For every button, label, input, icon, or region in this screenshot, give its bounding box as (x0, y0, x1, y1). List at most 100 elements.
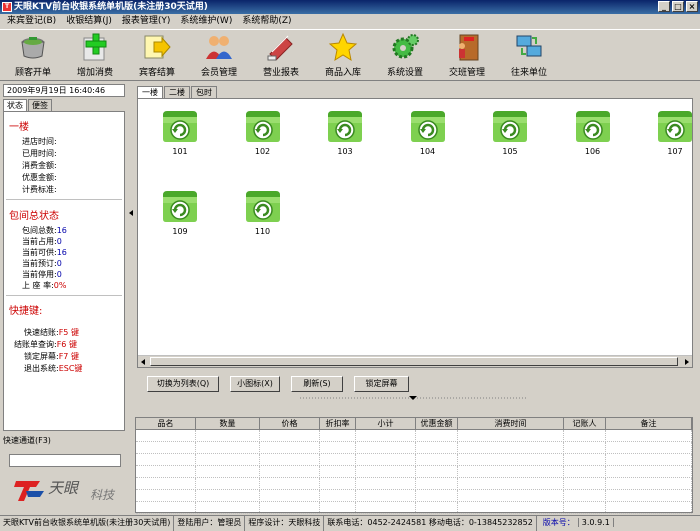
summary-row: 当前占用:0 (22, 237, 62, 246)
col-discount-amount[interactable]: 优惠金额 (416, 418, 458, 429)
goods-stock-in-button[interactable]: 商品入库 (312, 30, 374, 80)
logo-sub: 科技 (90, 488, 116, 502)
table-row[interactable] (136, 490, 692, 502)
room-number: 106 (584, 147, 601, 156)
col-remarks[interactable]: 备注 (606, 418, 692, 429)
col-item-name[interactable]: 品名 (136, 418, 196, 429)
open-bill-button[interactable]: 顾客开单 (2, 30, 64, 80)
field-checkin-time: 进店时间: (22, 137, 57, 146)
room-tile[interactable]: 101 (160, 105, 210, 161)
summary-row: 当前预订:0 (22, 259, 62, 268)
col-recorder[interactable]: 记账人 (564, 418, 606, 429)
status-contact: 联系电话：0452-2424581 移动电话：0-13845232852 (324, 516, 537, 531)
app-icon: T (2, 2, 12, 12)
table-header: 品名 数量 价格 折扣率 小计 优惠金额 消费时间 记账人 备注 (136, 418, 692, 430)
goods-stock-in-label: 商品入库 (324, 68, 361, 78)
tab-hourly[interactable]: 包时 (191, 86, 217, 98)
room-number: 102 (254, 147, 271, 156)
table-body (136, 430, 692, 514)
menu-item-checkout[interactable]: 收银结算(J) (61, 14, 117, 29)
room-number: 107 (667, 147, 683, 156)
menu-item-help[interactable]: 系统帮助(Z) (237, 14, 296, 29)
maximize-button[interactable]: □ (672, 1, 684, 12)
menu-item-system-maintenance[interactable]: 系统维护(W) (175, 14, 237, 29)
divider (6, 295, 122, 296)
open-bill-label: 顾客开单 (14, 68, 51, 78)
table-row[interactable] (136, 454, 692, 466)
room-tile[interactable]: 109 (160, 185, 210, 241)
minimize-button[interactable]: _ (658, 1, 670, 12)
scroll-right-icon[interactable] (685, 359, 689, 365)
panel-splitter[interactable] (128, 82, 134, 522)
tab-floor-2[interactable]: 二楼 (164, 86, 190, 98)
room-tile[interactable]: 105 (490, 105, 540, 161)
partner-units-button[interactable]: 往来单位 (498, 30, 560, 80)
users-icon (204, 32, 234, 62)
toolbar: 顾客开单 增加消费 宾客结算 会员管理 营业报表 商品入库 系统设置 交班管理 … (0, 29, 700, 81)
status-bar: 天眼KTV前台收银系统单机版(未注册30天试用) 登陆用户：管理员 程序设计：天… (0, 515, 700, 531)
col-consumption-time[interactable]: 消费时间 (458, 418, 564, 429)
small-icon-button[interactable]: 小图标(X) (230, 376, 280, 392)
room-tile[interactable]: 102 (243, 105, 293, 161)
quick-channel-input[interactable] (9, 454, 121, 467)
business-report-button[interactable]: 营业报表 (250, 30, 312, 80)
shift-management-button[interactable]: 交班管理 (436, 30, 498, 80)
refresh-button[interactable]: 刷新(S) (291, 376, 343, 392)
table-row[interactable] (136, 442, 692, 454)
room-number: 110 (254, 227, 271, 236)
room-tile[interactable]: 110 (243, 185, 293, 241)
datetime-display: 2009年9月19日 16:40:46 (3, 84, 125, 97)
scroll-thumb[interactable] (150, 357, 678, 366)
room-icon (408, 105, 458, 148)
collapse-arrow-icon[interactable] (129, 210, 133, 216)
member-management-label: 会员管理 (200, 68, 237, 78)
partner-units-label: 往来单位 (510, 68, 547, 78)
room-tile[interactable]: 104 (408, 105, 458, 161)
field-billing-standard: 计费标准: (22, 185, 57, 194)
view-button-row: 切换为列表(Q) 小图标(X) 刷新(S) 锁定屏幕 (147, 376, 420, 392)
table-row[interactable] (136, 502, 692, 514)
horizontal-scrollbar[interactable] (138, 355, 692, 367)
member-management-button[interactable]: 会员管理 (188, 30, 250, 80)
status-user: 登陆用户：管理员 (174, 516, 246, 531)
col-subtotal[interactable]: 小计 (356, 418, 416, 429)
tab-floor-1[interactable]: 一楼 (137, 86, 163, 98)
quick-channel-label: 快速通道(F3) (3, 436, 51, 445)
col-quantity[interactable]: 数量 (196, 418, 260, 429)
scroll-left-icon[interactable] (141, 359, 145, 365)
summary-title: 包间总状态 (9, 211, 59, 222)
tab-status[interactable]: 状态 (3, 99, 27, 111)
room-icon (573, 105, 623, 148)
room-icon (160, 105, 210, 148)
col-discount-rate[interactable]: 折扣率 (320, 418, 356, 429)
menu-item-guest-register[interactable]: 来宾登记(B) (2, 14, 61, 29)
menu-item-reports[interactable]: 报表管理(Y) (117, 14, 176, 29)
close-button[interactable]: × (686, 1, 698, 12)
room-icon (160, 185, 210, 228)
add-consumption-button[interactable]: 增加消费 (64, 30, 126, 80)
room-tile[interactable]: 103 (325, 105, 375, 161)
plus-icon (80, 32, 110, 62)
logo-text: 天眼 (48, 479, 80, 497)
system-settings-label: 系统设置 (386, 68, 423, 78)
room-tile[interactable]: 107 (655, 105, 692, 161)
table-row[interactable] (136, 466, 692, 478)
table-row[interactable] (136, 430, 692, 442)
tab-notes[interactable]: 便签 (28, 99, 52, 111)
divider (6, 199, 122, 200)
switch-to-list-button[interactable]: 切换为列表(Q) (147, 376, 219, 392)
room-number: 105 (502, 147, 518, 156)
guest-checkout-button[interactable]: 宾客结算 (126, 30, 188, 80)
room-number: 104 (419, 147, 436, 156)
menu-bar: 来宾登记(B) 收银结算(J) 报表管理(Y) 系统维护(W) 系统帮助(Z) (0, 14, 700, 29)
col-price[interactable]: 价格 (260, 418, 320, 429)
lock-screen-button[interactable]: 锁定屏幕 (354, 376, 409, 392)
cup-icon (18, 32, 48, 62)
room-icon (243, 105, 293, 148)
room-tile[interactable]: 106 (573, 105, 623, 161)
splitter-grip[interactable] (300, 394, 526, 400)
system-settings-button[interactable]: 系统设置 (374, 30, 436, 80)
table-row[interactable] (136, 478, 692, 490)
room-number: 101 (172, 147, 188, 156)
add-consumption-label: 增加消费 (76, 68, 113, 78)
